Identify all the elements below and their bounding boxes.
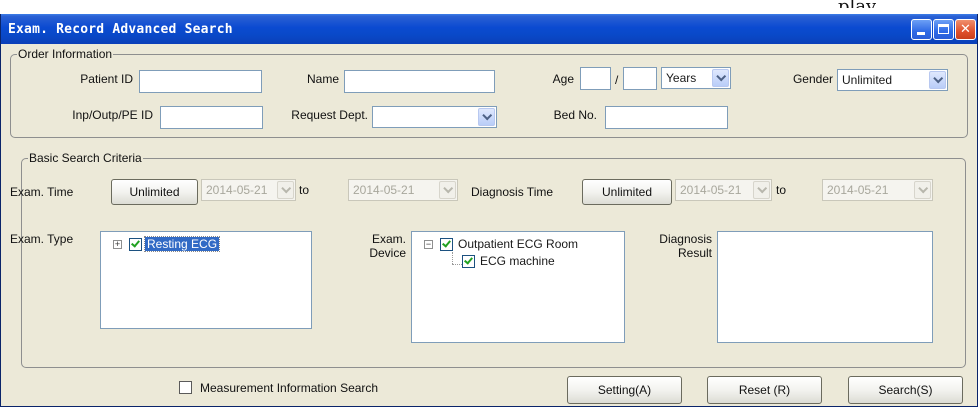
ecg-machine-checkbox[interactable]	[462, 255, 475, 268]
diagnosis-time-to-value: 2014-05-21	[827, 183, 889, 197]
title-bar[interactable]: Exam. Record Advanced Search ✕	[1, 14, 977, 44]
exam-time-to-value: 2014-05-21	[353, 183, 415, 197]
diagnosis-result-label-line2: Result	[677, 246, 712, 260]
outpatient-ecg-room-label: Outpatient ECG Room	[458, 237, 579, 251]
resting-ecg-label: Resting ECG	[143, 236, 221, 252]
close-button[interactable]: ✕	[955, 19, 976, 40]
gender-select[interactable]: Unlimited	[837, 69, 948, 91]
age-input-2[interactable]	[623, 67, 657, 90]
exam-type-label: Exam. Type	[10, 232, 74, 246]
diagnosis-result-label-line1: Diagnosis	[659, 232, 712, 246]
chevron-down-icon	[482, 110, 493, 121]
exam-time-unlimited-button[interactable]: Unlimited	[111, 179, 198, 205]
age-unit-value: Years	[666, 71, 697, 85]
exam-device-label-line2: Device	[369, 246, 406, 260]
patient-id-input[interactable]	[139, 70, 262, 93]
collapse-minus-icon[interactable]: −	[424, 240, 433, 249]
gender-dropdown-button[interactable]	[929, 71, 946, 89]
measurement-search-label: Measurement Information Search	[200, 381, 379, 395]
check-icon	[131, 238, 140, 248]
exam-device-label-line1: Exam.	[371, 232, 406, 246]
close-icon: ✕	[960, 22, 971, 37]
search-button[interactable]: Search(S)	[848, 376, 963, 404]
background-text: play	[838, 0, 876, 8]
maximize-icon	[938, 24, 949, 34]
chevron-down-icon	[281, 183, 292, 194]
exam-time-to-dropdown[interactable]	[439, 181, 456, 199]
exam-type-tree[interactable]: + Resting ECG	[100, 231, 312, 329]
chevron-down-icon	[716, 71, 727, 82]
minimize-icon	[917, 32, 925, 35]
window-title: Exam. Record Advanced Search	[8, 22, 233, 37]
diagnosis-time-label: Diagnosis Time	[471, 185, 554, 199]
age-unit-dropdown-button[interactable]	[712, 69, 729, 87]
age-input-1[interactable]	[580, 67, 611, 90]
name-label: Name	[306, 72, 339, 86]
exam-time-from-date[interactable]: 2014-05-21	[201, 179, 296, 201]
exam-device-tree[interactable]: − Outpatient ECG Room ECG machine	[411, 231, 625, 343]
outpatient-ecg-room-checkbox[interactable]	[440, 238, 453, 251]
exam-time-from-value: 2014-05-21	[206, 183, 268, 197]
basic-search-criteria-legend: Basic Search Criteria	[28, 151, 143, 165]
diagnosis-time-to-label: to	[776, 183, 787, 197]
measurement-search-checkbox[interactable]	[179, 381, 192, 394]
tree-connector	[452, 252, 453, 264]
chevron-down-icon	[918, 183, 929, 194]
order-information-legend: Order Information	[17, 47, 114, 61]
diagnosis-time-from-date[interactable]: 2014-05-21	[675, 179, 772, 201]
request-dept-select[interactable]	[372, 106, 497, 128]
chevron-down-icon	[443, 183, 454, 194]
diagnosis-time-to-dropdown[interactable]	[914, 181, 931, 199]
chevron-down-icon	[757, 183, 768, 194]
maximize-button[interactable]	[933, 19, 954, 40]
bed-no-label: Bed No.	[553, 108, 597, 122]
advanced-search-window: Exam. Record Advanced Search ✕ Order Inf…	[0, 14, 978, 407]
ecg-machine-label: ECG machine	[480, 254, 555, 268]
request-dept-dropdown-button[interactable]	[478, 108, 495, 126]
age-separator: /	[615, 73, 619, 87]
diagnosis-time-from-value: 2014-05-21	[680, 183, 742, 197]
age-label: Age	[552, 72, 574, 86]
minimize-button[interactable]	[911, 19, 932, 40]
order-information-group: Order Information Patient ID Name Age / …	[10, 47, 968, 138]
resting-ecg-checkbox[interactable]	[129, 238, 142, 251]
gender-label: Gender	[792, 72, 833, 86]
exam-time-from-dropdown[interactable]	[277, 181, 294, 199]
inp-outp-pe-id-input[interactable]	[160, 106, 263, 129]
chevron-down-icon	[933, 73, 944, 84]
bed-no-input[interactable]	[605, 106, 728, 129]
expand-plus-icon[interactable]: +	[113, 240, 122, 249]
check-icon	[464, 255, 473, 265]
name-input[interactable]	[344, 70, 495, 93]
diagnosis-time-to-date[interactable]: 2014-05-21	[822, 179, 933, 201]
diagnosis-time-from-dropdown[interactable]	[753, 181, 770, 199]
exam-time-to-date[interactable]: 2014-05-21	[348, 179, 458, 201]
age-unit-select[interactable]: Years	[661, 67, 731, 89]
inp-outp-pe-id-label: Inp/Outp/PE ID	[72, 108, 153, 122]
check-icon	[442, 238, 451, 248]
patient-id-label: Patient ID	[80, 72, 133, 86]
exam-time-to-label: to	[299, 183, 310, 197]
diagnosis-time-unlimited-button[interactable]: Unlimited	[582, 179, 672, 205]
tree-connector	[452, 264, 462, 265]
request-dept-label: Request Dept.	[291, 108, 368, 122]
exam-time-label: Exam. Time	[10, 185, 74, 199]
diagnosis-result-box[interactable]	[717, 231, 933, 343]
reset-button[interactable]: Reset (R)	[707, 376, 822, 404]
basic-search-criteria-group: Basic Search Criteria Exam. Time Unlimit…	[10, 151, 966, 368]
setting-button[interactable]: Setting(A)	[567, 376, 682, 404]
gender-value: Unlimited	[842, 73, 893, 87]
